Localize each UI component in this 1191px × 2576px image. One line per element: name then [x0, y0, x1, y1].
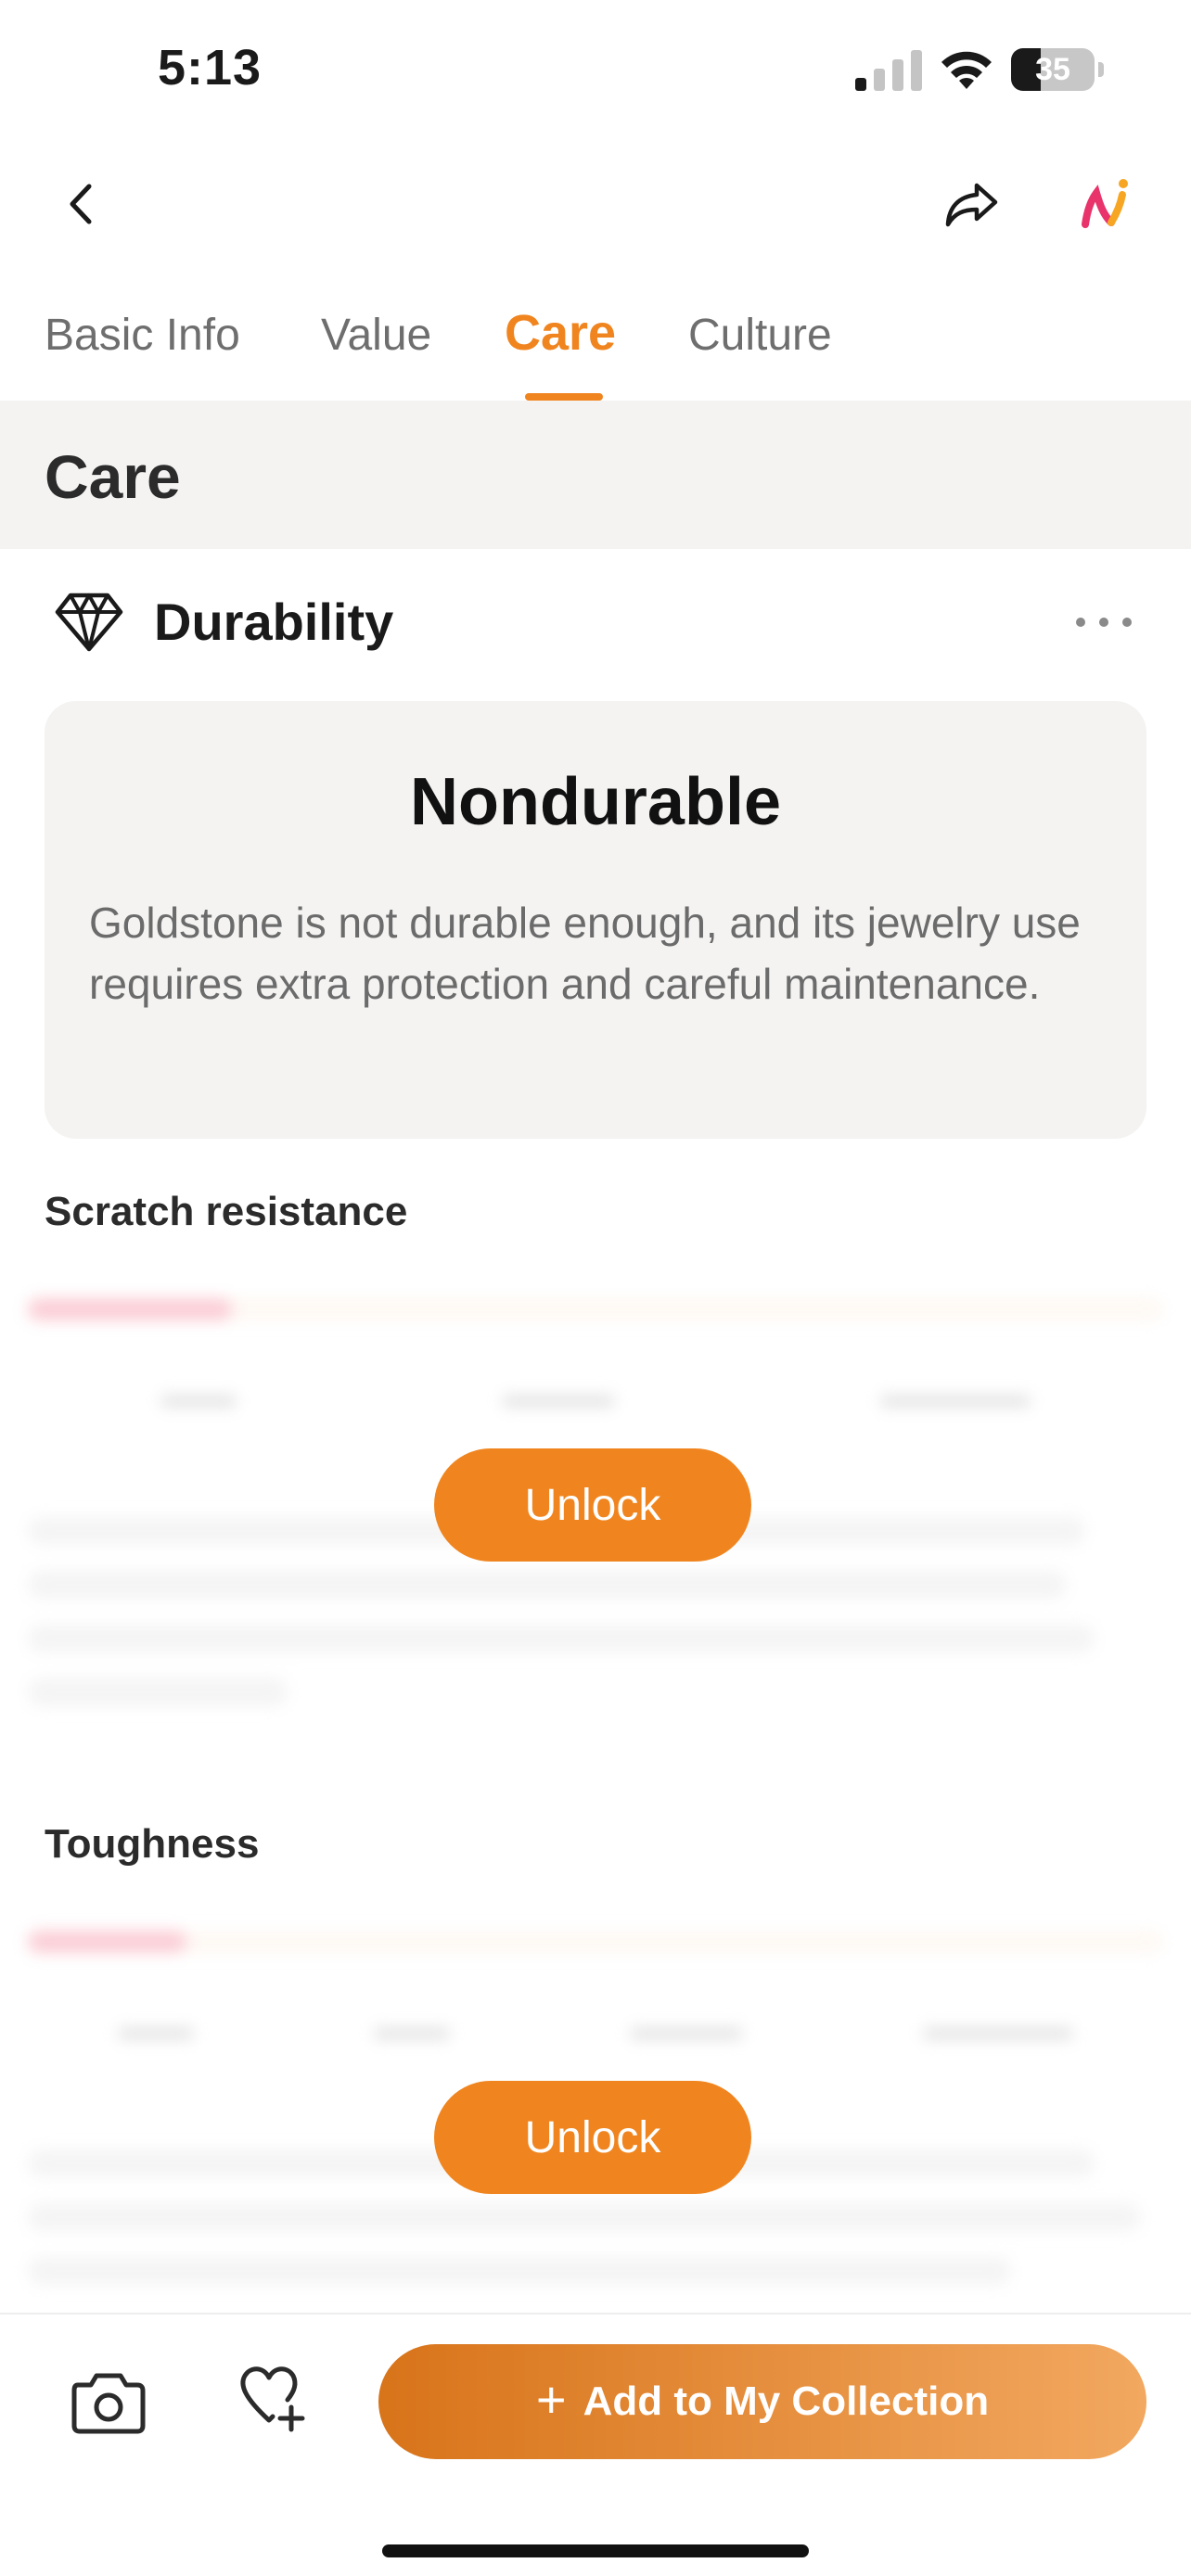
durability-card: Nondurable Goldstone is not durable enou… — [45, 701, 1146, 1139]
tab-bar: Basic Info Value Care Culture — [0, 278, 1191, 401]
bottom-action-bar: + Add to My Collection — [0, 2313, 1191, 2576]
share-button[interactable] — [935, 167, 1009, 241]
diamond-icon — [55, 593, 123, 652]
scratch-resistance-title: Scratch resistance — [45, 1189, 408, 1234]
cellular-signal-icon — [855, 50, 922, 91]
ai-logo-icon — [1082, 179, 1128, 228]
tab-care[interactable]: Care — [505, 304, 616, 362]
chevron-left-icon — [70, 184, 92, 224]
heart-plus-icon — [240, 2366, 305, 2432]
toughness-unlock-button[interactable]: Unlock — [434, 2081, 751, 2194]
more-options-icon[interactable] — [1076, 599, 1132, 645]
tab-culture[interactable]: Culture — [688, 310, 832, 361]
add-to-collection-label: Add to My Collection — [583, 2378, 990, 2424]
section-header: Care — [0, 401, 1191, 549]
status-bar: 5:13 35 — [0, 0, 1191, 139]
home-indicator — [382, 2544, 809, 2557]
toughness-title: Toughness — [45, 1821, 260, 1867]
battery-percentage: 35 — [1035, 52, 1070, 87]
battery-indicator: 35 — [1011, 48, 1104, 91]
scratch-resistance-bar-fill — [28, 1298, 233, 1320]
tab-value[interactable]: Value — [321, 310, 431, 361]
status-time: 5:13 — [158, 40, 263, 96]
section-title: Care — [45, 442, 181, 511]
wifi-icon — [941, 51, 992, 89]
camera-icon — [71, 2373, 146, 2434]
ai-assistant-button[interactable] — [1067, 167, 1145, 241]
camera-button[interactable] — [69, 2365, 148, 2439]
toughness-bar-fill — [28, 1931, 187, 1953]
share-icon — [945, 183, 998, 227]
plus-icon: + — [535, 2370, 567, 2429]
durability-description: Goldstone is not durable enough, and its… — [89, 899, 1081, 1008]
favorite-button[interactable] — [232, 2363, 310, 2437]
scratch-resistance-unlock-button[interactable]: Unlock — [434, 1448, 751, 1562]
add-to-collection-button[interactable]: + Add to My Collection — [378, 2344, 1146, 2459]
durability-rating: Nondurable — [409, 765, 781, 839]
tab-basic-info[interactable]: Basic Info — [45, 310, 240, 361]
nav-bar — [0, 139, 1191, 260]
durability-header: Durability — [0, 575, 1191, 668]
durability-title: Durability — [154, 593, 394, 651]
active-tab-indicator — [525, 393, 603, 401]
back-button[interactable] — [45, 167, 119, 241]
